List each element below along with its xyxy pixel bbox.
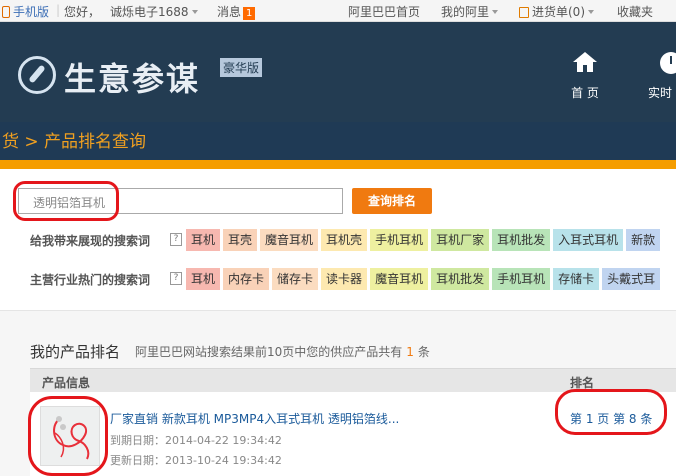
breadcrumb: 货 > 产品排名查询 — [2, 132, 147, 152]
app-logo-text[interactable]: 生意参谋 — [64, 54, 200, 100]
clock-icon — [660, 52, 676, 74]
app-header: 生意参谋 豪华版 首 页 实时 — [0, 22, 676, 122]
keyword-tag[interactable]: 耳机 — [186, 268, 221, 290]
keyword-row-label: 主营行业热门的搜索词 — [30, 273, 151, 287]
keyword-tag[interactable]: 内存卡 — [223, 268, 270, 290]
keyword-tag[interactable]: 耳机厂家 — [431, 229, 490, 251]
expire-date: 到期日期：2014-04-22 19:34:42 — [110, 434, 282, 447]
keyword-tag[interactable]: 头戴式耳 — [602, 268, 661, 290]
keyword-tag[interactable]: 耳机 — [186, 229, 221, 251]
keyword-tag[interactable]: 魔音耳机 — [370, 268, 429, 290]
nav-home-label: 首 页 — [571, 86, 599, 100]
favorites-link[interactable]: 收藏夹 — [617, 3, 653, 20]
help-icon[interactable]: ? — [170, 233, 182, 246]
nav-realtime-label: 实时 — [648, 86, 673, 100]
keyword-tag[interactable]: 新款 — [626, 229, 661, 251]
chevron-down-icon — [588, 10, 594, 14]
messages-count-badge: 1 — [243, 7, 256, 20]
greeting: 您好， — [64, 5, 101, 19]
chevron-down-icon — [492, 10, 499, 14]
updated-date: 更新日期：2013-10-24 19:34:42 — [110, 454, 282, 467]
keyword-tag-list: 耳机 耳壳 魔音耳机 耳机壳 手机耳机 耳机厂家 耳机批发 入耳式耳机 新款 — [186, 229, 663, 251]
keyword-tag[interactable]: 存储卡 — [553, 268, 600, 290]
help-icon[interactable]: ? — [170, 272, 182, 285]
query-rank-button[interactable]: 查询排名 — [352, 188, 432, 214]
breadcrumb-bar: 货 > 产品排名查询 — [0, 122, 676, 160]
keyword-tag[interactable]: 耳机批发 — [431, 268, 490, 290]
nav-realtime[interactable]: 实时 — [648, 52, 676, 101]
keyword-tag[interactable]: 读卡器 — [321, 268, 368, 290]
messages-link[interactable]: 消息 1 — [217, 3, 256, 20]
annotation-circle — [555, 389, 667, 435]
cart-icon — [519, 7, 529, 18]
mobile-version-link[interactable]: 手机版 — [2, 3, 49, 20]
column-product-info: 产品信息 — [42, 376, 91, 390]
ranking-description: 阿里巴巴网站搜索结果前10页中您的供应产品共有 1 条 — [135, 345, 430, 359]
phone-icon — [2, 6, 10, 18]
ranking-count: 1 — [406, 345, 414, 359]
keyword-row-hot: 主营行业热门的搜索词 ? 耳机 内存卡 储存卡 读卡器 魔音耳机 耳机批发 手机耳机 存储卡头… — [0, 268, 676, 290]
edition-badge: 豪华版 — [220, 58, 263, 77]
accent-divider — [0, 160, 676, 169]
keyword-tag[interactable]: 储存卡 — [272, 268, 319, 290]
top-utility-bar: 手机版 | 您好， 诚烁电子1688 消息 1 阿里巴巴首页 我的阿里 进货单(0… — [0, 0, 676, 22]
home-icon — [573, 52, 597, 72]
my-alibaba-menu[interactable]: 我的阿里 — [441, 3, 499, 20]
keyword-tag[interactable]: 耳机壳 — [321, 229, 368, 251]
ranking-title: 我的产品排名 — [30, 343, 121, 361]
chevron-down-icon — [191, 10, 198, 14]
keyword-row-label: 给我带来展现的搜索词 — [30, 234, 151, 248]
keyword-tag-list: 耳机 内存卡 储存卡 读卡器 魔音耳机 耳机批发 手机耳机 存储卡 头戴式耳 — [186, 268, 663, 290]
alibaba-home-link[interactable]: 阿里巴巴首页 — [348, 3, 420, 20]
cart-menu[interactable]: 进货单(0) — [519, 3, 594, 20]
keyword-row-impressions: 给我带来展现的搜索词 ? 耳机 耳壳 魔音耳机 耳机壳 手机耳机 耳机厂家 耳机批发 入耳式耳… — [0, 229, 676, 251]
keyword-tag[interactable]: 耳机批发 — [492, 229, 551, 251]
divider: | — [56, 3, 61, 17]
keyword-tag[interactable]: 入耳式耳机 — [553, 229, 624, 251]
keyword-tag[interactable]: 手机耳机 — [492, 268, 551, 290]
keyword-tag[interactable]: 耳壳 — [223, 229, 258, 251]
username-menu[interactable]: 诚烁电子1688 — [110, 3, 198, 20]
keyword-tag[interactable]: 手机耳机 — [370, 229, 429, 251]
annotation-circle — [13, 181, 119, 221]
keyword-tag[interactable]: 魔音耳机 — [260, 229, 319, 251]
compass-logo-icon — [18, 56, 56, 94]
annotation-circle — [28, 396, 108, 476]
product-title-link[interactable]: 厂家直销 新款耳机 MP3MP4入耳式耳机 透明铝箔线... — [110, 410, 399, 427]
nav-home[interactable]: 首 页 — [563, 52, 607, 101]
